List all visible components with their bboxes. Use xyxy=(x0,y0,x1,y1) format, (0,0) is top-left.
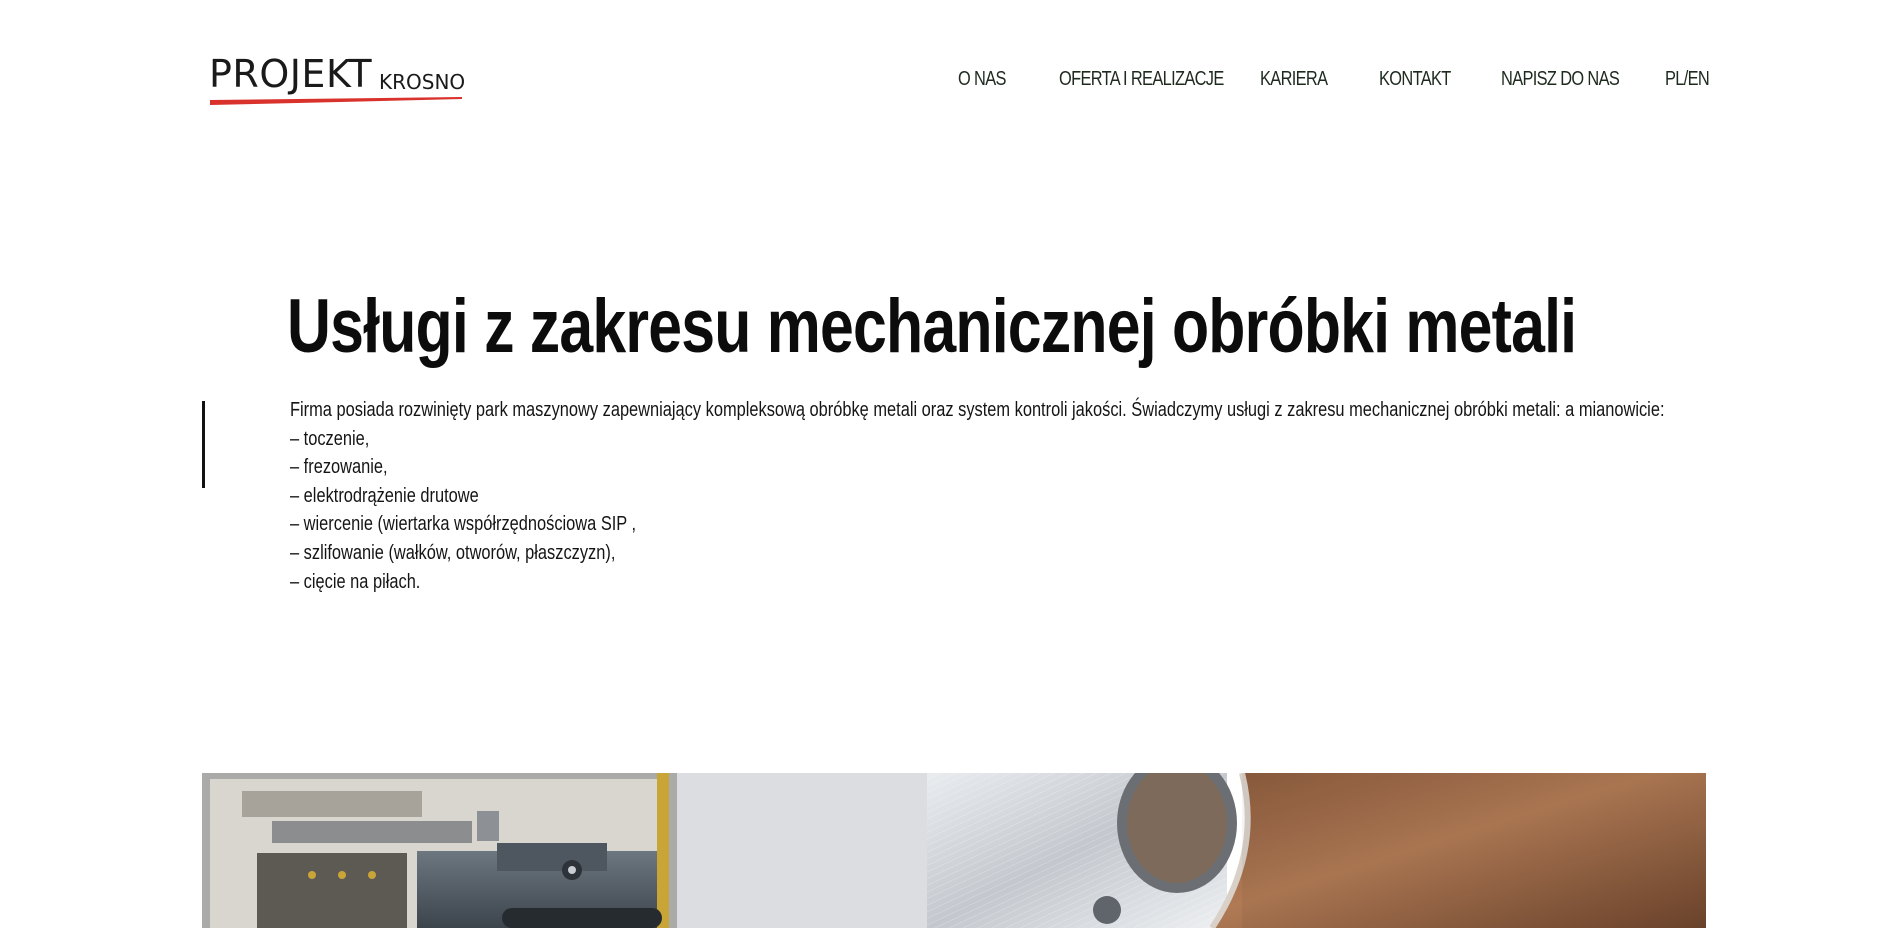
nav-item-napisz[interactable]: NAPISZ DO NAS xyxy=(1501,64,1645,94)
logo-underline xyxy=(210,97,462,105)
service-item: – elektrodrążenie drutowe xyxy=(290,484,479,507)
nav-item-o-nas[interactable]: O NAS xyxy=(958,64,1016,94)
service-item: – szlifowanie (wałków, otworów, płaszczy… xyxy=(290,541,616,564)
nav-item-language[interactable]: PL/EN xyxy=(1665,64,1719,94)
service-item: – toczenie, xyxy=(290,427,370,450)
nav-item-kariera[interactable]: KARIERA xyxy=(1260,64,1342,94)
logo-wordmark: PROJEKT xyxy=(209,52,373,96)
logo-subword: KROSNO xyxy=(379,70,466,94)
nav-label: KONTAKT xyxy=(1379,68,1451,90)
nav-label: NAPISZ DO NAS xyxy=(1501,68,1620,90)
page: PROJEKT KROSNO O NAS OFERTA I REALIZACJE… xyxy=(0,0,1901,928)
nav-label: OFERTA I REALIZACJE xyxy=(1059,68,1224,90)
page-title: Usługi z zakresu mechanicznej obróbki me… xyxy=(287,284,1577,369)
services-description: Firma posiada rozwinięty park maszynowy … xyxy=(290,396,1810,596)
quote-accent-bar xyxy=(202,401,205,488)
nav-item-oferta[interactable]: OFERTA I REALIZACJE xyxy=(1059,64,1260,94)
intro-paragraph: Firma posiada rozwinięty park maszynowy … xyxy=(290,399,1665,421)
nav-label: KARIERA xyxy=(1260,68,1328,90)
service-item: – frezowanie, xyxy=(290,456,388,479)
machinery-photo xyxy=(202,773,1706,928)
service-item: – wiercenie (wiertarka współrzędnościowa… xyxy=(290,513,637,536)
machinery-photo-graphic xyxy=(202,773,1706,928)
site-logo[interactable]: PROJEKT KROSNO xyxy=(209,52,466,108)
nav-item-kontakt[interactable]: KONTAKT xyxy=(1379,64,1466,94)
nav-label: O NAS xyxy=(958,68,1006,90)
service-item: – cięcie na piłach. xyxy=(290,570,421,593)
nav-label: PL/EN xyxy=(1665,68,1710,90)
